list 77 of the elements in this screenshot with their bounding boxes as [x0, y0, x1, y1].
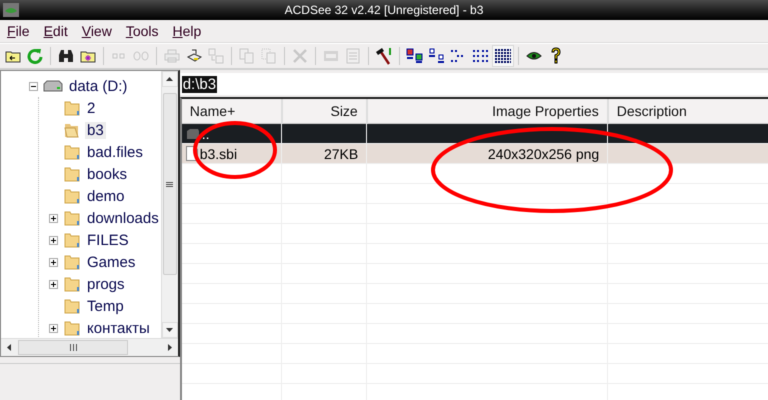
tree-item[interactable]: b3 — [85, 122, 106, 138]
properties-icon — [346, 48, 360, 64]
file-name[interactable]: .. — [202, 126, 210, 142]
small-icons-icon — [428, 48, 446, 64]
table-cell: 240x320x256 png — [488, 146, 600, 162]
grip-icon — [166, 182, 174, 186]
up-arrow-icon — [166, 77, 174, 81]
hammer-icon — [375, 47, 393, 65]
folder-icon — [63, 210, 81, 226]
folder-icon — [63, 188, 81, 204]
folder-star-icon — [80, 49, 96, 63]
menu-item[interactable]: Tools — [120, 23, 168, 39]
tree-item[interactable]: bad.files — [85, 144, 145, 160]
menu-item[interactable]: File — [2, 23, 39, 39]
eye-icon — [3, 3, 19, 17]
table-cell: 27KB — [324, 146, 358, 162]
scanner-icon — [186, 48, 202, 64]
folder-icon — [63, 276, 81, 292]
folder-icon — [63, 166, 81, 182]
tree-item[interactable]: demo — [85, 188, 127, 204]
help-icon — [550, 47, 562, 65]
left-arrow-icon — [7, 344, 11, 351]
refresh-icon — [27, 48, 43, 64]
tree-item[interactable]: контакты — [85, 320, 152, 336]
tree-item[interactable]: Games — [85, 254, 138, 270]
eye-icon — [526, 50, 542, 62]
grid-view-icon — [472, 48, 490, 64]
scroll-up-button[interactable] — [162, 71, 178, 87]
tree-item[interactable]: books — [85, 166, 130, 182]
expand-icon[interactable] — [49, 258, 58, 266]
details-view-icon — [494, 48, 512, 64]
toolbar-button[interactable] — [492, 45, 514, 67]
folder-icon — [63, 232, 81, 248]
expand-icon[interactable] — [49, 214, 58, 222]
binoculars-icon — [58, 49, 74, 63]
move-icon — [208, 48, 224, 64]
folder-icon — [63, 298, 81, 314]
scrollbar-thumb[interactable] — [18, 340, 128, 355]
folder-icon — [63, 144, 81, 160]
expand-icon[interactable] — [49, 280, 58, 288]
grip-icon — [70, 344, 76, 351]
scroll-down-button[interactable] — [162, 322, 178, 338]
large-icons-icon — [406, 48, 424, 64]
expand-icon[interactable] — [49, 236, 58, 244]
tree-item[interactable]: data (D:) — [67, 78, 130, 94]
folder-icon — [63, 320, 81, 336]
collapse-icon[interactable] — [29, 82, 38, 90]
address-field[interactable]: d:\b3 — [180, 73, 768, 95]
window-title: ACDSee 32 v2.42 [Unregistered] - b3 — [284, 3, 484, 17]
column-header[interactable]: Size — [282, 99, 367, 124]
rings-icon — [132, 49, 150, 63]
right-arrow-icon — [168, 344, 172, 351]
copy-icon — [239, 48, 255, 64]
paste-icon — [261, 48, 277, 64]
tree-item[interactable]: FILES — [85, 232, 131, 248]
menu-item[interactable]: Edit — [38, 23, 77, 39]
down-arrow-icon — [166, 328, 174, 332]
parent-folder-icon — [186, 128, 200, 140]
column-header[interactable]: Name+ — [182, 99, 282, 124]
printer-icon — [164, 49, 180, 63]
tree-item[interactable]: Temp — [85, 298, 126, 314]
menu-item[interactable]: View — [76, 23, 121, 39]
drive-icon — [43, 80, 63, 92]
up-folder-icon — [5, 49, 21, 63]
menu-item[interactable]: Help — [168, 23, 210, 39]
rename-icon — [323, 49, 339, 63]
scrollbar-thumb[interactable] — [162, 93, 177, 275]
expand-icon[interactable] — [49, 324, 58, 332]
open-folder-icon — [63, 122, 81, 138]
folder-icon — [63, 254, 81, 270]
tree-item[interactable]: progs — [85, 276, 127, 292]
column-header[interactable]: Image Properties — [366, 99, 608, 124]
column-header[interactable]: Description — [608, 99, 768, 124]
folder-icon — [63, 100, 81, 116]
delete-icon — [292, 48, 308, 64]
tree-item[interactable]: downloads — [85, 210, 161, 226]
tree-item[interactable]: 2 — [85, 100, 98, 116]
